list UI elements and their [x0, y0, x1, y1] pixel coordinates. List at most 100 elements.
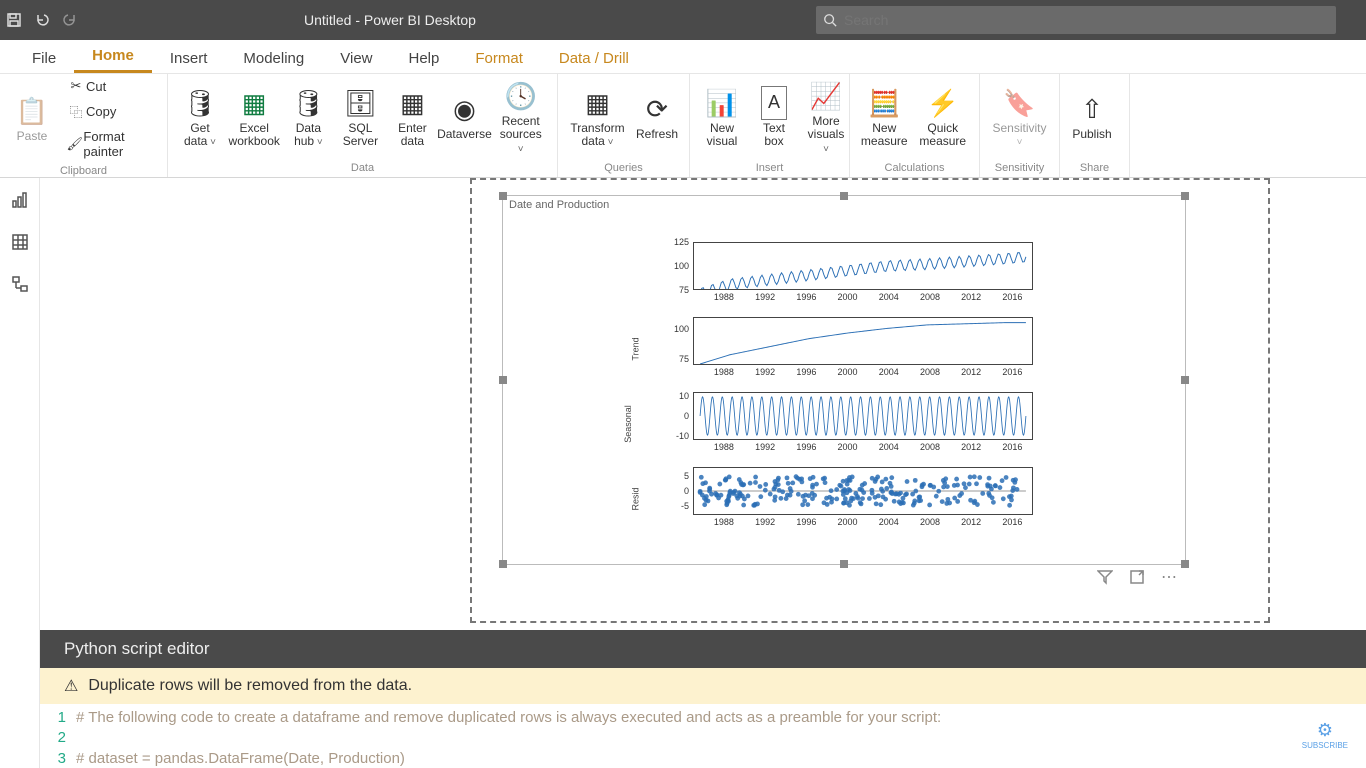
share-group-label: Share	[1060, 160, 1129, 177]
calc-group-label: Calculations	[850, 160, 979, 177]
tab-help[interactable]: Help	[391, 44, 458, 73]
transform-icon: ▦	[585, 86, 610, 120]
tab-data-drill[interactable]: Data / Drill	[541, 44, 647, 73]
report-canvas[interactable]: Date and Production 75100125198819921996…	[40, 178, 1366, 768]
sensitivity-group-label: Sensitivity	[980, 160, 1059, 177]
filter-icon[interactable]	[1096, 568, 1114, 586]
sql-label: SQL Server	[340, 122, 380, 148]
focus-mode-icon[interactable]	[1128, 568, 1146, 586]
paste-icon: 📋	[16, 94, 48, 128]
excel-button[interactable]: ▦Excel workbook	[226, 84, 282, 150]
tab-home[interactable]: Home	[74, 41, 152, 73]
data-view-button[interactable]	[8, 230, 32, 254]
sensitivity-label: Sensitivity	[992, 122, 1047, 148]
sql-icon: 🗄	[344, 86, 377, 120]
cut-icon: ✂	[66, 78, 86, 94]
publish-icon: ⇧	[1081, 92, 1103, 126]
enter-data-icon: ▦	[400, 86, 425, 120]
sql-server-button[interactable]: 🗄SQL Server	[334, 84, 386, 150]
paste-button[interactable]: 📋 Paste	[6, 92, 58, 145]
recent-icon: 🕓	[505, 79, 537, 113]
tab-file[interactable]: File	[14, 44, 74, 73]
data-group-label: Data	[168, 160, 557, 177]
refresh-icon: ⟳	[646, 92, 668, 126]
new-measure-button[interactable]: 🧮New measure	[856, 84, 913, 150]
new-measure-label: New measure	[861, 122, 908, 148]
dataverse-button[interactable]: ◉ Dataverse	[438, 90, 490, 143]
chart-area: 7510012519881992199620002004200820122016…	[653, 242, 1157, 542]
more-visuals-icon: 📈	[810, 79, 842, 113]
subscribe-watermark: ⚙ SUBSCRIBE	[1302, 720, 1348, 750]
copy-button[interactable]: ⿻Copy	[62, 100, 161, 123]
python-warning-bar: ⚠ Duplicate rows will be removed from th…	[40, 668, 1366, 704]
text-box-label: Text box	[754, 122, 794, 148]
transform-data-button[interactable]: ▦Transform data	[564, 84, 631, 150]
new-visual-button[interactable]: 📊New visual	[696, 84, 748, 150]
data-hub-label: Data hub	[288, 122, 328, 148]
hub-icon: 🛢	[292, 86, 325, 120]
search-input[interactable]	[844, 12, 1336, 28]
more-options-icon[interactable]: ⋯	[1160, 568, 1178, 586]
format-painter-button[interactable]: 🖌Format painter	[62, 127, 161, 161]
data-hub-button[interactable]: 🛢Data hub	[282, 84, 334, 150]
quick-measure-label: Quick measure	[919, 122, 968, 148]
cut-button[interactable]: ✂Cut	[62, 76, 161, 96]
get-data-button[interactable]: 🛢Get data	[174, 84, 226, 150]
report-page[interactable]: Date and Production 75100125198819921996…	[470, 178, 1270, 623]
copy-label: Copy	[86, 104, 116, 119]
chart-icon: 📊	[706, 86, 738, 120]
refresh-label: Refresh	[636, 128, 678, 141]
report-view-button[interactable]	[8, 188, 32, 212]
python-editor-title: Python script editor	[64, 639, 210, 659]
sensitivity-button[interactable]: 🔖Sensitivity	[986, 84, 1053, 150]
search-icon	[816, 13, 844, 27]
dataverse-label: Dataverse	[437, 128, 492, 141]
refresh-button[interactable]: ⟳ Refresh	[631, 90, 683, 143]
dataverse-icon: ◉	[453, 92, 476, 126]
menu-tabs: File Home Insert Modeling View Help Form…	[0, 40, 1366, 74]
cut-label: Cut	[86, 79, 106, 94]
title-bar: Untitled - Power BI Desktop	[0, 0, 1366, 40]
excel-label: Excel workbook	[229, 122, 280, 148]
view-rail	[0, 178, 40, 768]
quick-measure-icon: ⚡	[927, 86, 959, 120]
database-icon: 🛢	[183, 86, 216, 120]
model-view-button[interactable]	[8, 272, 32, 296]
measure-icon: 🧮	[868, 86, 900, 120]
tab-view[interactable]: View	[322, 44, 390, 73]
warning-icon: ⚠	[64, 676, 78, 696]
transform-label: Transform data	[570, 122, 625, 148]
ribbon: 📋Paste ✂Cut ⿻Copy 🖌Format painter Clipbo…	[0, 74, 1366, 178]
brush-icon: 🖌	[66, 136, 83, 152]
recent-label: Recent sources	[496, 115, 545, 155]
more-visuals-label: More visuals	[806, 115, 846, 155]
text-box-button[interactable]: AText box	[748, 84, 800, 150]
recent-sources-button[interactable]: 🕓Recent sources	[490, 77, 551, 157]
window-title: Untitled - Power BI Desktop	[304, 12, 476, 28]
paste-label: Paste	[17, 130, 48, 143]
redo-icon[interactable]	[56, 0, 84, 40]
python-editor-header[interactable]: Python script editor	[40, 630, 1366, 668]
search-box[interactable]	[816, 6, 1336, 34]
visual-footer: ⋯	[502, 568, 1186, 586]
quick-measure-button[interactable]: ⚡Quick measure	[913, 84, 974, 150]
excel-icon: ▦	[242, 86, 267, 120]
python-code-editor[interactable]: 1# The following code to create a datafr…	[40, 704, 1366, 768]
python-warning-text: Duplicate rows will be removed from the …	[88, 677, 412, 695]
tab-format[interactable]: Format	[457, 44, 541, 73]
insert-group-label: Insert	[690, 160, 849, 177]
text-box-icon: A	[761, 86, 787, 120]
python-visual[interactable]: Date and Production 75100125198819921996…	[502, 195, 1186, 565]
get-data-label: Get data	[180, 122, 220, 148]
more-visuals-button[interactable]: 📈More visuals	[800, 77, 852, 157]
publish-button[interactable]: ⇧Publish	[1066, 90, 1118, 143]
main-area: Date and Production 75100125198819921996…	[0, 178, 1366, 768]
undo-icon[interactable]	[28, 0, 56, 40]
copy-icon: ⿻	[66, 102, 86, 121]
enter-data-button[interactable]: ▦Enter data	[386, 84, 438, 150]
sensitivity-icon: 🔖	[1003, 86, 1035, 120]
enter-data-label: Enter data	[392, 122, 432, 148]
save-icon[interactable]	[0, 0, 28, 40]
tab-insert[interactable]: Insert	[152, 44, 226, 73]
tab-modeling[interactable]: Modeling	[225, 44, 322, 73]
